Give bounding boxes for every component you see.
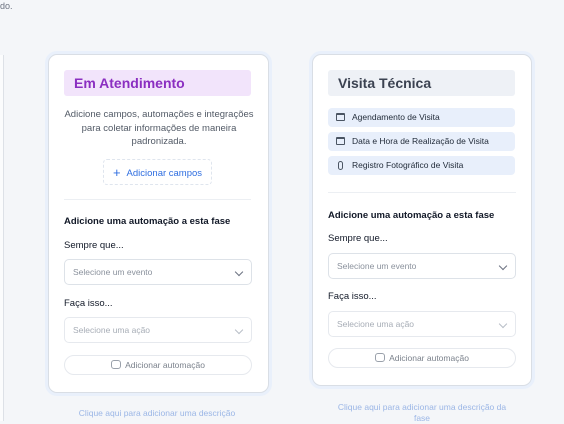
phase-title[interactable]: Em Atendimento [64, 70, 251, 96]
do-label: Faça isso... [64, 298, 113, 309]
divider [64, 199, 251, 200]
automation-heading: Adicione uma automação a esta fase [328, 210, 495, 221]
field-item[interactable]: Agendamento de Visita [328, 108, 515, 127]
datetime-icon [336, 137, 345, 145]
action-select-placeholder: Selecione uma ação [337, 319, 415, 329]
automation-heading: Adicione uma automação a esta fase [64, 216, 231, 227]
action-select[interactable]: Selecione uma ação [64, 317, 252, 343]
phase-empty-description: Adicione campos, automações e integraçõe… [64, 109, 254, 147]
add-fields-button[interactable]: + Adicionar campos [103, 159, 212, 185]
add-automation-button[interactable]: Adicionar automação [328, 348, 516, 368]
phase-title[interactable]: Visita Técnica [328, 70, 515, 96]
chevron-down-icon [234, 325, 244, 335]
paperclip-icon [338, 161, 343, 170]
calendar-icon [336, 113, 345, 121]
event-select-placeholder: Selecione um evento [337, 261, 417, 271]
chevron-down-icon [498, 261, 508, 271]
phase-card-visita-tecnica: Visita Técnica Agendamento de Visita Dat… [312, 54, 532, 386]
field-label: Agendamento de Visita [352, 112, 440, 122]
when-label: Sempre que... [64, 240, 124, 251]
action-select-placeholder: Selecione uma ação [73, 325, 151, 335]
truncated-text: do. [0, 1, 13, 11]
plus-icon: + [112, 165, 121, 180]
phase-card-em-atendimento: Em Atendimento Adicione campos, automaçõ… [48, 54, 269, 393]
add-automation-label: Adicionar automação [389, 353, 469, 363]
robot-icon [375, 353, 386, 362]
do-label: Faça isso... [328, 291, 377, 302]
add-fields-label: Adicionar campos [126, 168, 203, 179]
field-label: Data e Hora de Realização de Visita [352, 136, 489, 146]
event-select[interactable]: Selecione um evento [64, 259, 252, 285]
previous-phase-card-edge [0, 55, 4, 421]
add-automation-button[interactable]: Adicionar automação [64, 355, 252, 375]
action-select[interactable]: Selecione uma ação [328, 311, 516, 337]
when-label: Sempre que... [328, 233, 388, 244]
chevron-down-icon [498, 319, 508, 329]
chevron-down-icon [234, 267, 244, 277]
divider [328, 192, 516, 193]
field-item[interactable]: Data e Hora de Realização de Visita [328, 132, 515, 151]
field-label: Registro Fotográfico de Visita [352, 160, 464, 170]
field-item[interactable]: Registro Fotográfico de Visita [328, 156, 515, 175]
event-select-placeholder: Selecione um evento [73, 267, 153, 277]
robot-icon [111, 360, 122, 369]
add-automation-label: Adicionar automação [125, 360, 205, 370]
add-description-link[interactable]: Clique aqui para adicionar uma descrição [62, 408, 252, 419]
event-select[interactable]: Selecione um evento [328, 253, 516, 279]
